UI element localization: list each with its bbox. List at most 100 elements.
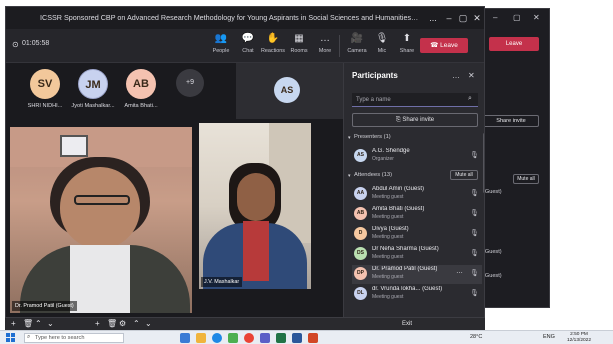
share-invite-button[interactable]: ⎘ Share invite [352,113,478,127]
participant-role: Meeting guest [372,254,404,260]
weather-temperature[interactable]: 28°C [470,334,482,340]
rooms-label: Rooms [290,48,308,54]
chevron-up-icon[interactable]: ⌃ [133,319,140,328]
meeting-timer: 01:05:58 [22,40,50,47]
word-icon[interactable] [292,333,302,343]
search-icon: ⌕ [468,95,472,102]
trash-icon[interactable]: 🗑 [23,319,33,328]
participant-row[interactable]: DL dr. Vrunda lokha... (Guest) Meeting g… [352,285,482,304]
participant-name: Dr. Pramod Patil (Guest) [372,266,438,272]
back-leave-button[interactable]: Leave [489,37,539,51]
participant-role: Meeting guest [372,214,404,220]
share-invite-label: Share invite [402,117,435,123]
rooms-button[interactable]: ▦ Rooms [286,32,312,60]
mute-all-button[interactable]: Mute all [450,170,478,180]
close-icon[interactable]: ✕ [533,13,540,22]
video-name-tag: Dr. Pramod Patil (Guest) [12,301,77,311]
powerpoint-icon[interactable] [308,333,318,343]
mic-muted-icon[interactable]: 🎙 [470,229,479,237]
camera-label: Camera [347,48,367,54]
trash-icon[interactable]: 🗑 [107,319,117,328]
excel-icon[interactable] [276,333,286,343]
back-share-invite-button[interactable]: Share invite [483,115,539,127]
more-icon[interactable]: ... [426,11,440,25]
chevron-up-icon[interactable]: ⌃ [35,319,42,328]
participant-row[interactable]: AB Amita Bhati (Guest) Meeting guest 🎙 [352,205,482,224]
panel-scrollbar[interactable] [483,133,484,193]
back-mute-all-button[interactable]: Mute all [513,174,539,184]
edge-icon[interactable] [212,333,222,343]
avatar: D [354,227,367,240]
add-icon[interactable]: + [11,319,16,328]
video-tile-pramod-patil[interactable]: Dr. Pramod Patil (Guest) [10,127,192,313]
presenters-header[interactable]: Presenters (1) [354,134,391,140]
more-actions-button[interactable]: … More [312,32,338,60]
clock[interactable]: 2:50 PM 12/13/2022 [565,332,593,344]
minimize-icon[interactable]: – [493,13,497,22]
settings-icon[interactable]: ⚙ [119,319,126,328]
panel-title: Participants [352,71,398,80]
mic-muted-icon[interactable]: 🎙 [470,269,479,277]
share-icon: ⬆ [402,33,412,44]
maximize-icon[interactable]: ▢ [456,11,470,25]
teams-icon[interactable] [260,333,270,343]
attendees-header[interactable]: Attendees (13) [354,172,392,178]
avatar[interactable]: JM [78,69,108,99]
task-view-icon[interactable] [180,333,190,343]
mic-muted-icon[interactable]: 🎙 [470,209,479,217]
camera-button[interactable]: 🎥 Camera [344,32,370,60]
chevron-down-icon[interactable]: ▾ [348,135,351,141]
mic-muted-icon[interactable]: 🎙 [470,249,479,257]
chrome-icon[interactable] [244,333,254,343]
avatar-label: Amita Bhati... [124,103,158,109]
video-tile-jv-mashalkar[interactable]: J.V. Mashalkar [199,123,311,289]
chevron-down-icon[interactable]: ⌄ [47,319,54,328]
maximize-icon[interactable]: ▢ [513,13,521,22]
mic-muted-icon[interactable]: 🎙 [470,151,479,159]
people-button[interactable]: 👥 People [208,32,234,60]
back-guest-label: (Guest) [483,249,502,255]
chat-icon: 💬 [241,33,255,44]
participant-row[interactable]: AS A.G. Shendge Organizer 🎙 [352,147,482,166]
person-face [60,167,140,249]
overflow-count-badge[interactable]: +9 [176,69,204,97]
participant-search-input[interactable]: Type a name [352,93,478,107]
exit-button[interactable]: Exit [392,318,422,330]
windows-start-icon[interactable] [6,333,16,343]
chat-label: Chat [242,48,254,54]
participant-name: Abdul Amin (Guest) [372,186,425,192]
close-icon[interactable]: ✕ [468,71,475,80]
more-label: More [318,48,332,54]
add-icon[interactable]: + [95,319,100,328]
share-button[interactable]: ⬆ Share [394,32,420,60]
toolbar-divider [339,35,340,57]
avatar[interactable]: AB [126,69,156,99]
taskbar-search-input[interactable]: Type here to search [24,333,124,343]
file-explorer-icon[interactable] [196,333,206,343]
mic-muted-icon[interactable]: 🎙 [470,289,479,297]
rooms-icon: ▦ [294,33,304,44]
back-guest-label: (Guest) [483,189,502,195]
keyboard-language[interactable]: ENG [543,334,555,340]
chevron-down-icon[interactable]: ▾ [348,173,351,179]
participants-panel: Participants … ✕ Type a name ⌕ ⎘ Share i… [343,63,484,317]
participant-row[interactable]: D Divya (Guest) Meeting guest 🎙 [352,225,482,244]
more-options-icon[interactable]: … [456,268,463,275]
participant-role: Meeting guest [372,234,404,240]
participant-row[interactable]: DP Dr. Pramod Patil (Guest) Meeting gues… [352,265,482,284]
chevron-down-icon[interactable]: ⌄ [145,319,152,328]
participant-row[interactable]: AA Abdul Amin (Guest) Meeting guest 🎙 [352,185,482,204]
store-icon[interactable] [228,333,238,343]
mic-button[interactable]: 🎙 Mic [369,32,395,60]
more-icon[interactable]: … [452,71,460,80]
participant-row[interactable]: DS Dr Neha Sharma (Guest) Meeting guest … [352,245,482,264]
meeting-toolbar: ⊙ 01:05:58 👥 People 💬 Chat ✋ Reactions ▦… [6,29,484,63]
person-lanyard [243,221,269,281]
close-icon[interactable]: ✕ [470,11,484,25]
leave-button[interactable]: ☎ Leave [420,38,468,53]
minimize-icon[interactable]: – [442,11,456,25]
chat-button[interactable]: 💬 Chat [235,32,261,60]
avatar[interactable]: SV [30,69,60,99]
reactions-button[interactable]: ✋ Reactions [260,32,286,60]
mic-muted-icon[interactable]: 🎙 [470,189,479,197]
